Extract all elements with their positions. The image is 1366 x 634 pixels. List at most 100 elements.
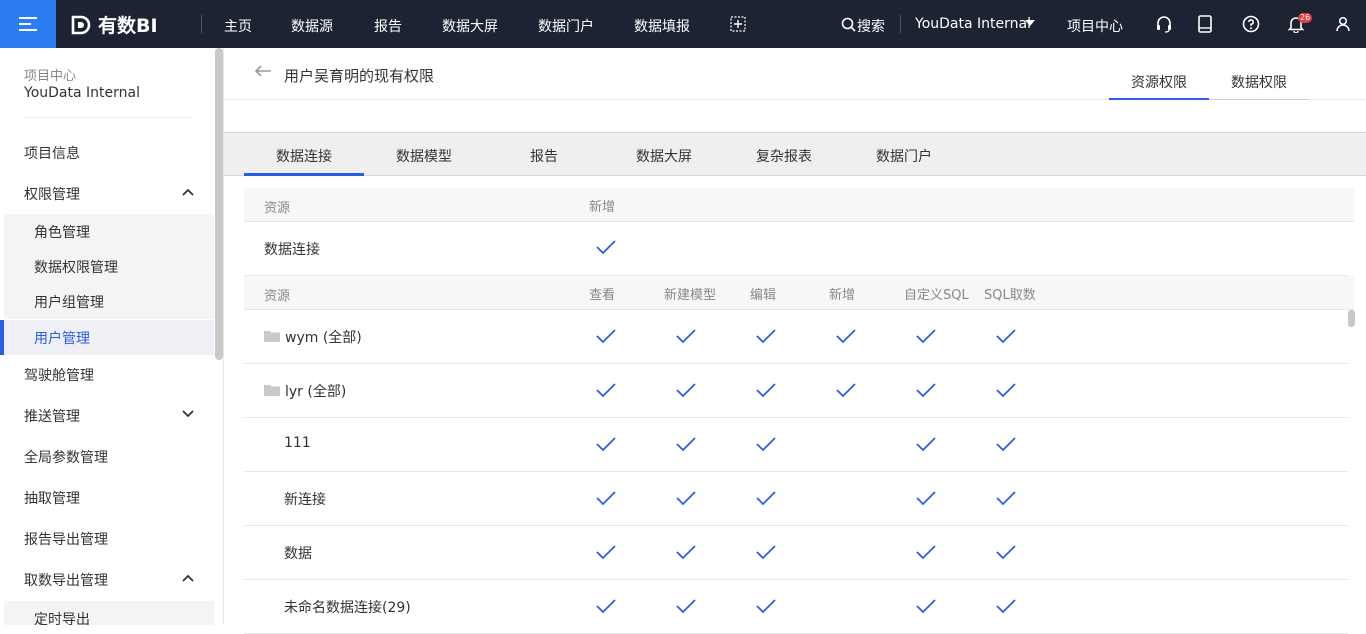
folder-icon (264, 331, 280, 342)
menu-button[interactable] (0, 0, 56, 48)
resource-name: 数据连接 (264, 242, 320, 258)
check-icon (676, 329, 696, 344)
logo-text: 有数BI (98, 15, 158, 37)
sidebar-scrollbar[interactable] (215, 48, 223, 360)
main-scrollbar[interactable] (1348, 310, 1355, 327)
check-icon (676, 599, 696, 614)
page-header: 用户吴育明的现有权限 资源权限 数据权限 (224, 48, 1366, 100)
headset-icon (1157, 16, 1171, 33)
chevron-up-icon (182, 574, 194, 582)
sidebar-item-user-group-mgmt[interactable]: 用户组管理 (4, 284, 214, 319)
support-button[interactable] (1154, 14, 1174, 34)
back-arrow-icon[interactable] (254, 64, 272, 78)
sidebar-item-label: 定时导出 (34, 611, 90, 626)
add-button[interactable] (728, 14, 748, 34)
sidebar-item-data-perm-mgmt[interactable]: 数据权限管理 (4, 249, 214, 284)
tab-data-screen[interactable]: 数据大屏 (636, 146, 692, 166)
tab-complex-report[interactable]: 复杂报表 (756, 146, 812, 166)
page-title: 用户吴育明的现有权限 (284, 67, 435, 85)
nav-datascreen[interactable]: 数据大屏 (442, 16, 498, 36)
sidebar-item-role-mgmt[interactable]: 角色管理 (4, 214, 214, 249)
nav-datasource[interactable]: 数据源 (291, 16, 333, 36)
app-logo[interactable]: 有数BI (70, 11, 158, 38)
resource-name: wym (全部) (285, 330, 362, 346)
check-icon (916, 491, 936, 506)
sidebar-item-label: 角色管理 (34, 224, 90, 241)
sidebar-item-global-param-mgmt[interactable]: 全局参数管理 (0, 439, 214, 475)
column-header: 资源 (264, 201, 291, 216)
check-icon (756, 329, 776, 344)
logo-icon (71, 15, 91, 34)
check-icon (596, 491, 616, 506)
user-button[interactable] (1333, 14, 1353, 34)
user-icon (1336, 16, 1350, 32)
column-header: 新建模型 (664, 288, 717, 303)
sidebar: 项目中心 YouData Internal 项目信息 权限管理 角色管理 数据权… (0, 48, 224, 625)
sidebar-item-label: 驾驶舱管理 (24, 368, 94, 384)
nav-home[interactable]: 主页 (224, 16, 252, 36)
nav-fill[interactable]: 数据填报 (634, 16, 690, 36)
sidebar-item-label: 抽取管理 (24, 491, 80, 507)
check-icon (916, 437, 936, 452)
project-switcher[interactable]: YouData Internal (915, 16, 1031, 32)
check-icon (836, 383, 856, 398)
sidebar-item-user-mgmt[interactable]: 用户管理 (0, 320, 214, 355)
column-header: 新增 (829, 288, 856, 303)
sidebar-item-label: 权限管理 (24, 187, 80, 203)
check-icon (676, 383, 696, 398)
table-row: 数据 (244, 526, 1348, 580)
check-icon (756, 599, 776, 614)
caret-down-icon[interactable] (1025, 20, 1035, 27)
check-icon (996, 491, 1016, 506)
sidebar-item-perm-mgmt[interactable]: 权限管理 (0, 176, 214, 212)
search-button[interactable] (838, 14, 858, 34)
tab-resource-perm[interactable]: 资源权限 (1131, 72, 1187, 92)
check-icon (916, 545, 936, 560)
divider (24, 117, 192, 118)
tab-data-perm[interactable]: 数据权限 (1231, 72, 1287, 92)
menu-icon (19, 17, 37, 31)
check-icon (596, 240, 616, 255)
column-header: 资源 (264, 289, 291, 304)
resource-name: 未命名数据连接(29) (284, 600, 411, 616)
table-row: lyr (全部) (244, 364, 1348, 418)
check-icon (596, 599, 616, 614)
sidebar-project-name: YouData Internal (24, 85, 140, 101)
search-label[interactable]: 搜索 (857, 16, 885, 36)
sidebar-item-label: 项目信息 (24, 146, 80, 162)
check-icon (596, 383, 616, 398)
help-icon (1242, 15, 1260, 33)
nav-report[interactable]: 报告 (374, 16, 402, 36)
nav-project-center[interactable]: 项目中心 (1067, 16, 1123, 36)
sidebar-item-extract-mgmt[interactable]: 抽取管理 (0, 480, 214, 516)
table-row: 数据连接 (244, 222, 1348, 276)
sidebar-item-push-mgmt[interactable]: 推送管理 (0, 398, 214, 434)
sidebar-item-label: 用户组管理 (34, 294, 104, 311)
tab-report[interactable]: 报告 (530, 146, 558, 166)
resource-name: 数据 (284, 546, 312, 562)
check-icon (916, 599, 936, 614)
table-row: 111 (244, 418, 1348, 472)
sidebar-item-data-export-mgmt[interactable]: 取数导出管理 (0, 562, 214, 598)
sidebar-item-scheduled-export[interactable]: 定时导出 (4, 601, 214, 625)
nav-portal[interactable]: 数据门户 (538, 16, 594, 36)
tab-data-connection[interactable]: 数据连接 (276, 146, 332, 166)
resource-name: lyr (全部) (285, 384, 347, 400)
sidebar-item-report-export-mgmt[interactable]: 报告导出管理 (0, 521, 214, 557)
add-icon (730, 16, 746, 32)
table-row: 新连接 (244, 472, 1348, 526)
column-header: 编辑 (750, 288, 777, 303)
column-header: 查看 (589, 288, 616, 303)
sidebar-item-project-info[interactable]: 项目信息 (0, 135, 214, 171)
help-button[interactable] (1241, 14, 1261, 34)
sidebar-item-cockpit-mgmt[interactable]: 驾驶舱管理 (0, 357, 214, 393)
notification-badge: 26 (1298, 13, 1313, 23)
divider (201, 15, 202, 33)
check-icon (756, 437, 776, 452)
tab-data-model[interactable]: 数据模型 (396, 146, 452, 166)
chevron-up-icon (182, 188, 194, 196)
tab-data-portal[interactable]: 数据门户 (876, 146, 932, 166)
docs-button[interactable] (1195, 14, 1215, 34)
book-icon (1198, 15, 1212, 33)
column-header: 新增 (589, 200, 616, 215)
